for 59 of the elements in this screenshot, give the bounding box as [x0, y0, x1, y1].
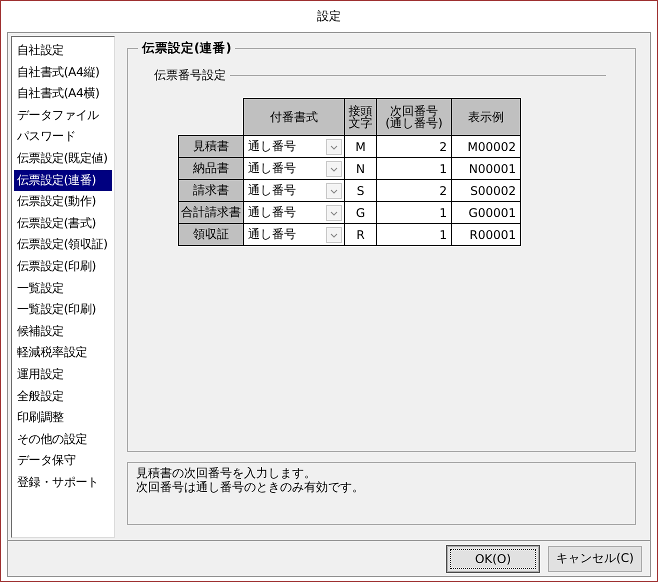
prefix-field[interactable]: R: [344, 224, 376, 246]
description-text: 見積書の次回番号を入力します。: [136, 466, 317, 480]
next-number-field[interactable]: 2: [376, 180, 452, 202]
format-dropdown[interactable]: 通し番号: [244, 202, 344, 224]
column-header-text: 次回番号: [389, 105, 438, 117]
format-dropdown[interactable]: 通し番号: [244, 158, 344, 180]
sidebar-item[interactable]: 候補設定: [14, 320, 112, 342]
example-cell: M00002: [452, 136, 520, 158]
next-number-field[interactable]: 2: [376, 136, 452, 158]
next-number-field[interactable]: 1: [376, 202, 452, 224]
next-number-field[interactable]: 1: [376, 158, 452, 180]
sidebar-item[interactable]: 伝票設定(書式): [14, 212, 112, 234]
row-header: 領収証: [178, 224, 244, 246]
sidebar-item[interactable]: その他の設定: [14, 428, 112, 450]
window-title: 設定: [317, 8, 341, 25]
format-dropdown[interactable]: 通し番号: [244, 180, 344, 202]
format-dropdown[interactable]: 通し番号: [244, 136, 344, 158]
sidebar-item[interactable]: 伝票設定(既定値): [14, 148, 112, 170]
prefix-field[interactable]: G: [344, 202, 376, 224]
row-header: 合計請求書: [178, 202, 244, 224]
example-cell: N00001: [452, 158, 520, 180]
sidebar-item[interactable]: 自社設定: [14, 40, 112, 62]
prefix-field[interactable]: N: [344, 158, 376, 180]
sidebar-item[interactable]: 伝票設定(動作): [14, 191, 112, 213]
sidebar-item[interactable]: 運用設定: [14, 364, 112, 386]
sidebar-item[interactable]: 自社書式(A4縦): [14, 62, 112, 84]
column-header-text: 接頭: [348, 105, 374, 117]
sidebar-item[interactable]: 伝票設定(印刷): [14, 256, 112, 278]
sidebar-item[interactable]: パスワード: [14, 126, 112, 148]
column-header-text: 文字: [348, 117, 374, 129]
prefix-field[interactable]: S: [344, 180, 376, 202]
prefix-field[interactable]: M: [344, 136, 376, 158]
sidebar-item[interactable]: 印刷調整: [14, 407, 112, 429]
sidebar-item[interactable]: 一覧設定(印刷): [14, 299, 112, 321]
cancel-button[interactable]: キャンセル(C): [548, 546, 642, 572]
format-dropdown[interactable]: 通し番号: [244, 224, 344, 246]
column-header-text: (通し番号): [384, 117, 444, 129]
row-header: 請求書: [178, 180, 244, 202]
sidebar-item[interactable]: 伝票設定(連番): [14, 170, 112, 192]
sidebar-item[interactable]: データファイル: [14, 104, 112, 126]
next-number-field[interactable]: 1: [376, 224, 452, 246]
row-header: 納品書: [178, 158, 244, 180]
ok-button[interactable]: OK(O): [447, 546, 539, 572]
description-text: 次回番号は通し番号のときのみ有効です。: [136, 480, 365, 494]
column-header-text: 表示例: [467, 111, 505, 123]
example-cell: S00002: [452, 180, 520, 202]
example-cell: G00001: [452, 202, 520, 224]
section-title: 伝票番号設定: [154, 67, 227, 84]
sidebar-item[interactable]: 全般設定: [14, 386, 112, 408]
sidebar-item[interactable]: 伝票設定(領収証): [14, 234, 112, 256]
row-header: 見積書: [178, 136, 244, 158]
sidebar-item[interactable]: 軽減税率設定: [14, 342, 112, 364]
column-header-text: 付番書式: [269, 111, 319, 123]
example-cell: R00001: [452, 224, 520, 246]
sidebar-item[interactable]: 自社書式(A4横): [14, 83, 112, 105]
sidebar-item[interactable]: 一覧設定: [14, 278, 112, 300]
sidebar-item[interactable]: データ保守: [14, 450, 112, 472]
sidebar-item[interactable]: 登録・サポート: [14, 472, 112, 494]
group-title: 伝票設定(連番): [140, 40, 232, 57]
